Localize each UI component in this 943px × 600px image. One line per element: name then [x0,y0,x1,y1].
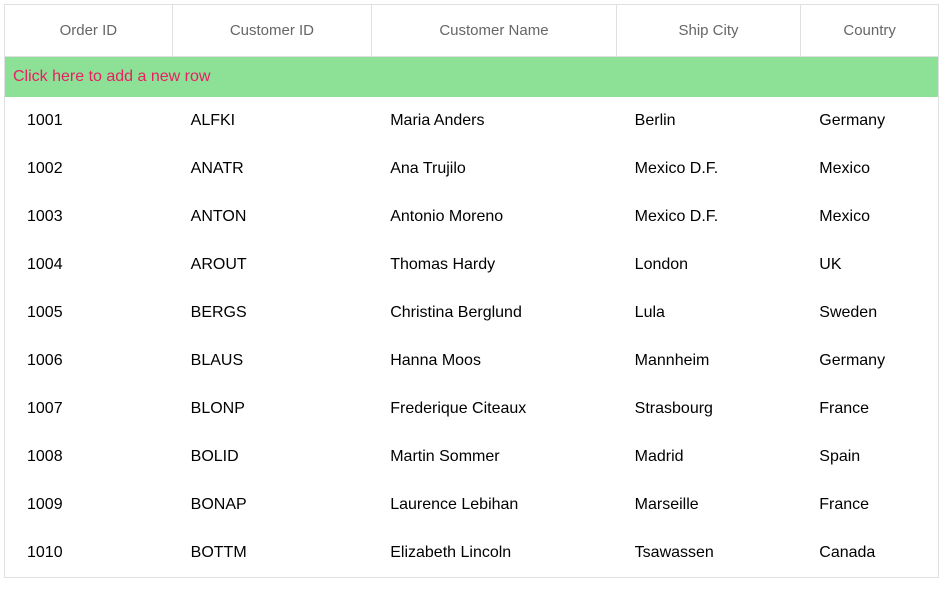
cell-customerName[interactable]: Thomas Hardy [372,256,616,274]
cell-country[interactable]: France [801,400,938,418]
cell-country[interactable]: Spain [801,448,938,466]
cell-customerId[interactable]: ALFKI [173,112,373,130]
cell-country[interactable]: Canada [801,544,938,562]
cell-country[interactable]: Mexico [801,160,938,178]
cell-shipCity[interactable]: Berlin [617,112,802,130]
add-new-row-label: Click here to add a new row [13,68,210,86]
column-header-order-id[interactable]: Order ID [5,5,173,57]
data-grid: Order ID Customer ID Customer Name Ship … [4,4,939,578]
table-row[interactable]: 1005BERGSChristina BerglundLulaSweden [5,289,938,337]
cell-shipCity[interactable]: Strasbourg [617,400,802,418]
cell-customerName[interactable]: Christina Berglund [372,304,616,322]
cell-orderId[interactable]: 1010 [5,544,173,562]
cell-customerName[interactable]: Frederique Citeaux [372,400,616,418]
cell-orderId[interactable]: 1006 [5,352,173,370]
cell-customerId[interactable]: AROUT [173,256,373,274]
cell-orderId[interactable]: 1001 [5,112,173,130]
cell-shipCity[interactable]: Tsawassen [617,544,802,562]
cell-orderId[interactable]: 1002 [5,160,173,178]
cell-customerName[interactable]: Ana Trujilo [372,160,616,178]
table-row[interactable]: 1010BOTTMElizabeth LincolnTsawassenCanad… [5,529,938,577]
table-row[interactable]: 1008BOLIDMartin SommerMadridSpain [5,433,938,481]
cell-orderId[interactable]: 1009 [5,496,173,514]
header-row: Order ID Customer ID Customer Name Ship … [5,5,938,57]
cell-customerName[interactable]: Martin Sommer [372,448,616,466]
cell-shipCity[interactable]: Madrid [617,448,802,466]
cell-customerId[interactable]: BONAP [173,496,373,514]
cell-orderId[interactable]: 1007 [5,400,173,418]
cell-customerId[interactable]: ANTON [173,208,373,226]
cell-shipCity[interactable]: London [617,256,802,274]
cell-customerName[interactable]: Hanna Moos [372,352,616,370]
column-header-ship-city[interactable]: Ship City [617,5,802,57]
table-row[interactable]: 1006BLAUSHanna MoosMannheimGermany [5,337,938,385]
cell-shipCity[interactable]: Mexico D.F. [617,208,802,226]
cell-customerId[interactable]: BLAUS [173,352,373,370]
table-row[interactable]: 1003ANTONAntonio MorenoMexico D.F.Mexico [5,193,938,241]
cell-customerName[interactable]: Elizabeth Lincoln [372,544,616,562]
cell-customerName[interactable]: Antonio Moreno [372,208,616,226]
cell-shipCity[interactable]: Lula [617,304,802,322]
cell-country[interactable]: Germany [801,112,938,130]
table-row[interactable]: 1004AROUTThomas HardyLondonUK [5,241,938,289]
cell-customerId[interactable]: BOLID [173,448,373,466]
table-row[interactable]: 1007BLONPFrederique CiteauxStrasbourgFra… [5,385,938,433]
table-row[interactable]: 1009BONAPLaurence LebihanMarseilleFrance [5,481,938,529]
cell-customerId[interactable]: BLONP [173,400,373,418]
cell-country[interactable]: Mexico [801,208,938,226]
cell-orderId[interactable]: 1005 [5,304,173,322]
column-header-customer-id[interactable]: Customer ID [173,5,373,57]
cell-orderId[interactable]: 1008 [5,448,173,466]
column-header-country[interactable]: Country [801,5,938,57]
cell-customerName[interactable]: Laurence Lebihan [372,496,616,514]
cell-shipCity[interactable]: Mannheim [617,352,802,370]
cell-orderId[interactable]: 1003 [5,208,173,226]
cell-customerId[interactable]: BOTTM [173,544,373,562]
cell-orderId[interactable]: 1004 [5,256,173,274]
cell-customerId[interactable]: ANATR [173,160,373,178]
cell-country[interactable]: Germany [801,352,938,370]
cell-country[interactable]: Sweden [801,304,938,322]
add-new-row-button[interactable]: Click here to add a new row [5,57,938,97]
table-row[interactable]: 1002ANATRAna TrujiloMexico D.F.Mexico [5,145,938,193]
rows-container: 1001ALFKIMaria AndersBerlinGermany1002AN… [5,97,938,577]
cell-shipCity[interactable]: Marseille [617,496,802,514]
cell-customerName[interactable]: Maria Anders [372,112,616,130]
cell-shipCity[interactable]: Mexico D.F. [617,160,802,178]
column-header-customer-name[interactable]: Customer Name [372,5,616,57]
cell-country[interactable]: France [801,496,938,514]
cell-customerId[interactable]: BERGS [173,304,373,322]
cell-country[interactable]: UK [801,256,938,274]
table-row[interactable]: 1001ALFKIMaria AndersBerlinGermany [5,97,938,145]
